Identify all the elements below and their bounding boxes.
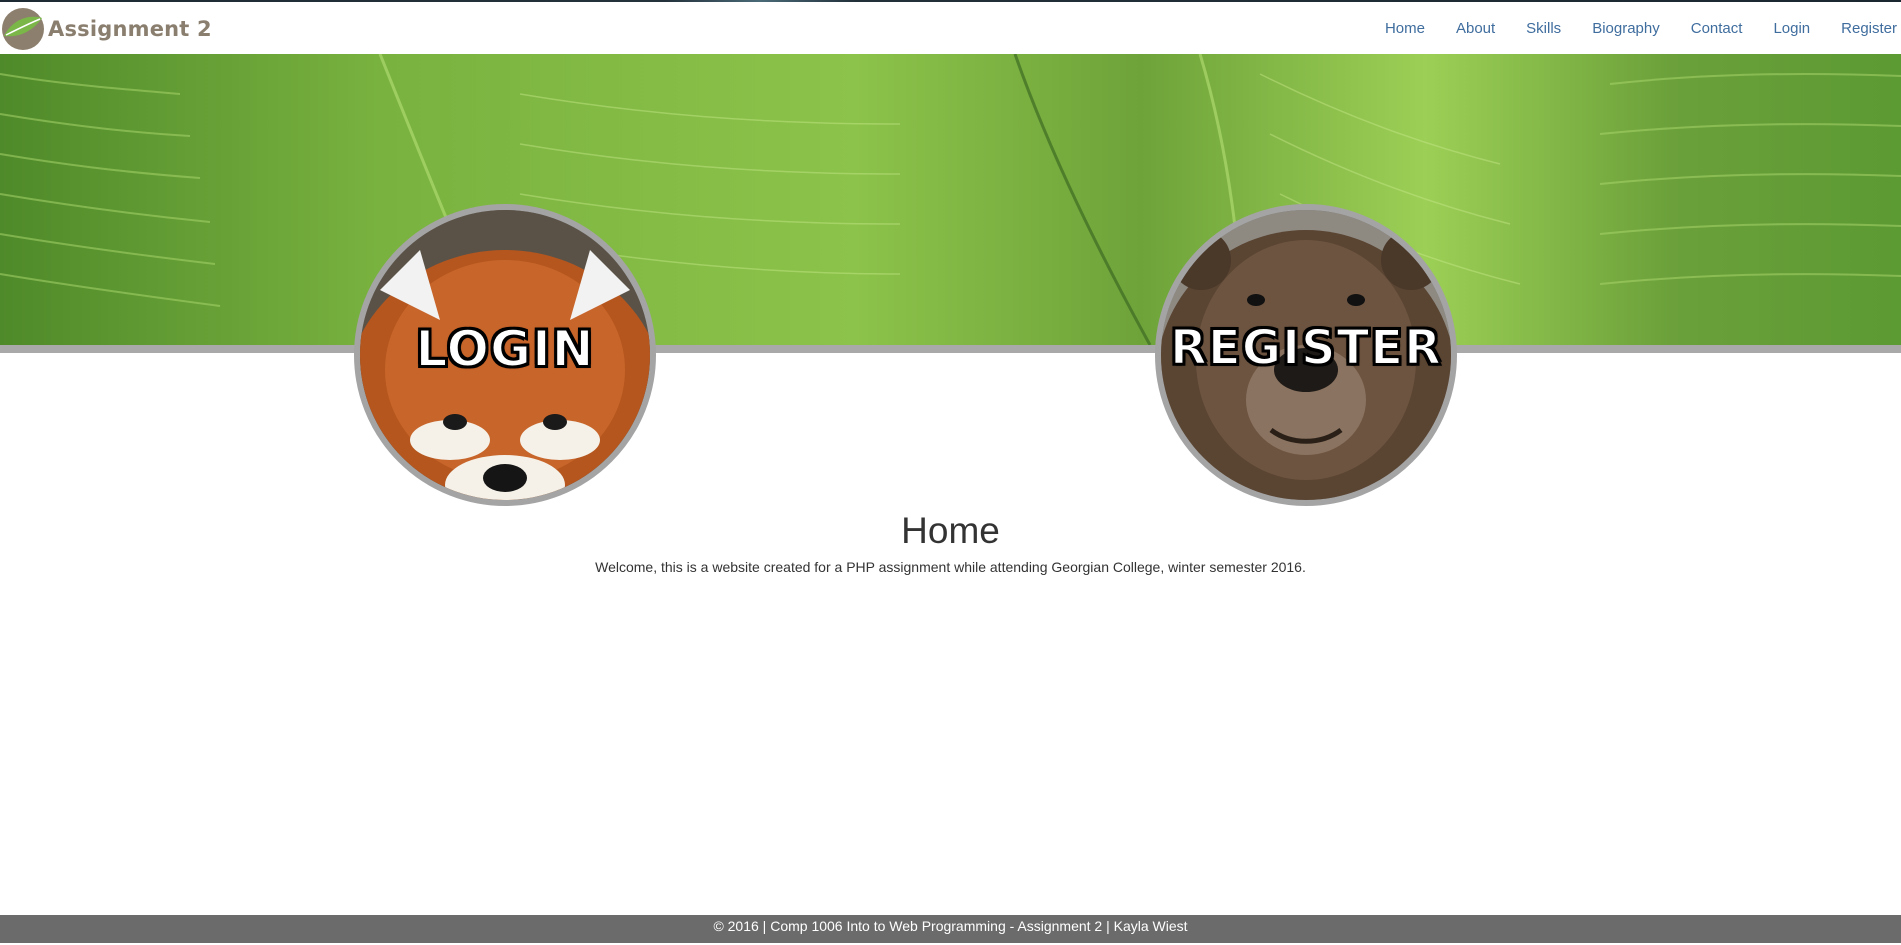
nav-skills[interactable]: Skills bbox=[1526, 20, 1561, 37]
nav-biography[interactable]: Biography bbox=[1592, 20, 1660, 37]
nav-about[interactable]: About bbox=[1456, 20, 1495, 37]
hero-banner bbox=[0, 54, 1901, 345]
nav-login[interactable]: Login bbox=[1773, 20, 1810, 37]
leaf-logo-icon bbox=[2, 8, 44, 50]
navbar: Assignment 2 Home About Skills Biography… bbox=[0, 2, 1901, 55]
brand-link[interactable]: Assignment 2 bbox=[0, 6, 212, 52]
main-content: Home Welcome, this is a website created … bbox=[0, 505, 1901, 577]
nav-register[interactable]: Register bbox=[1841, 20, 1897, 37]
brand-title: Assignment 2 bbox=[48, 17, 212, 41]
welcome-text: Welcome, this is a website created for a… bbox=[595, 559, 1306, 575]
page-title: Home bbox=[901, 510, 1000, 551]
nav-home[interactable]: Home bbox=[1385, 20, 1425, 37]
login-label: LOGIN bbox=[414, 319, 595, 379]
register-label: REGISTER bbox=[1169, 319, 1443, 377]
nav-contact[interactable]: Contact bbox=[1691, 20, 1743, 37]
login-circle-button[interactable]: LOGIN bbox=[354, 204, 656, 506]
register-circle-button[interactable]: REGISTER bbox=[1155, 204, 1457, 506]
leaf-background-image bbox=[0, 54, 1901, 345]
hero-bottom-border bbox=[0, 345, 1901, 353]
main-nav: Home About Skills Biography Contact Logi… bbox=[1385, 2, 1901, 54]
footer-text: © 2016 | Comp 1006 Into to Web Programmi… bbox=[713, 918, 1188, 934]
footer: © 2016 | Comp 1006 Into to Web Programmi… bbox=[0, 915, 1901, 943]
